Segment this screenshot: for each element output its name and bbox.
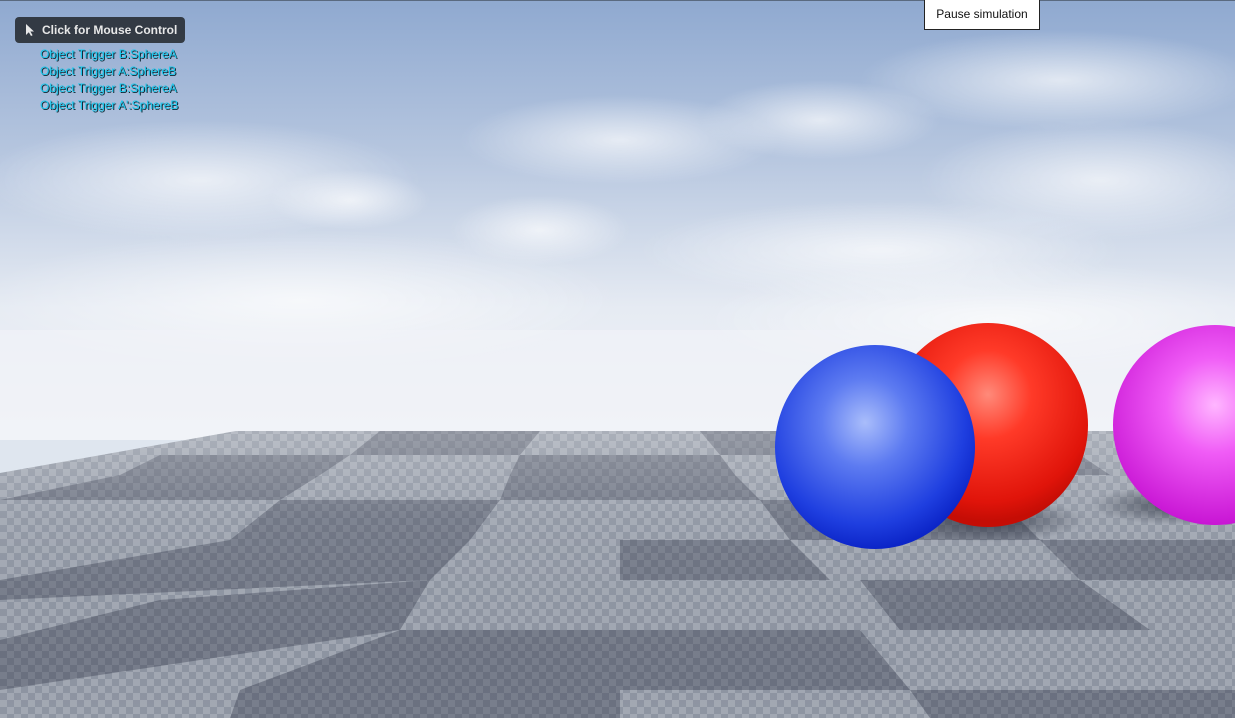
log-line: Object Trigger A':SphereB [40, 98, 179, 112]
debug-log: Object Trigger B:SphereA Object Trigger … [40, 46, 178, 114]
log-line: Object Trigger B:SphereA [40, 47, 177, 61]
game-viewport[interactable]: Click for Mouse Control Object Trigger B… [0, 0, 1235, 718]
sphere-blue [775, 345, 975, 549]
log-line: Object Trigger A:SphereB [40, 64, 177, 78]
mouse-control-label: Click for Mouse Control [42, 23, 178, 37]
mouse-cursor-icon [25, 24, 35, 36]
mouse-control-button[interactable]: Click for Mouse Control [15, 17, 186, 43]
pause-simulation-button[interactable]: Pause simulation [924, 0, 1040, 30]
log-line: Object Trigger B:SphereA [40, 81, 177, 95]
game-scene[interactable] [0, 0, 1235, 718]
viewport-border [0, 0, 1235, 1]
